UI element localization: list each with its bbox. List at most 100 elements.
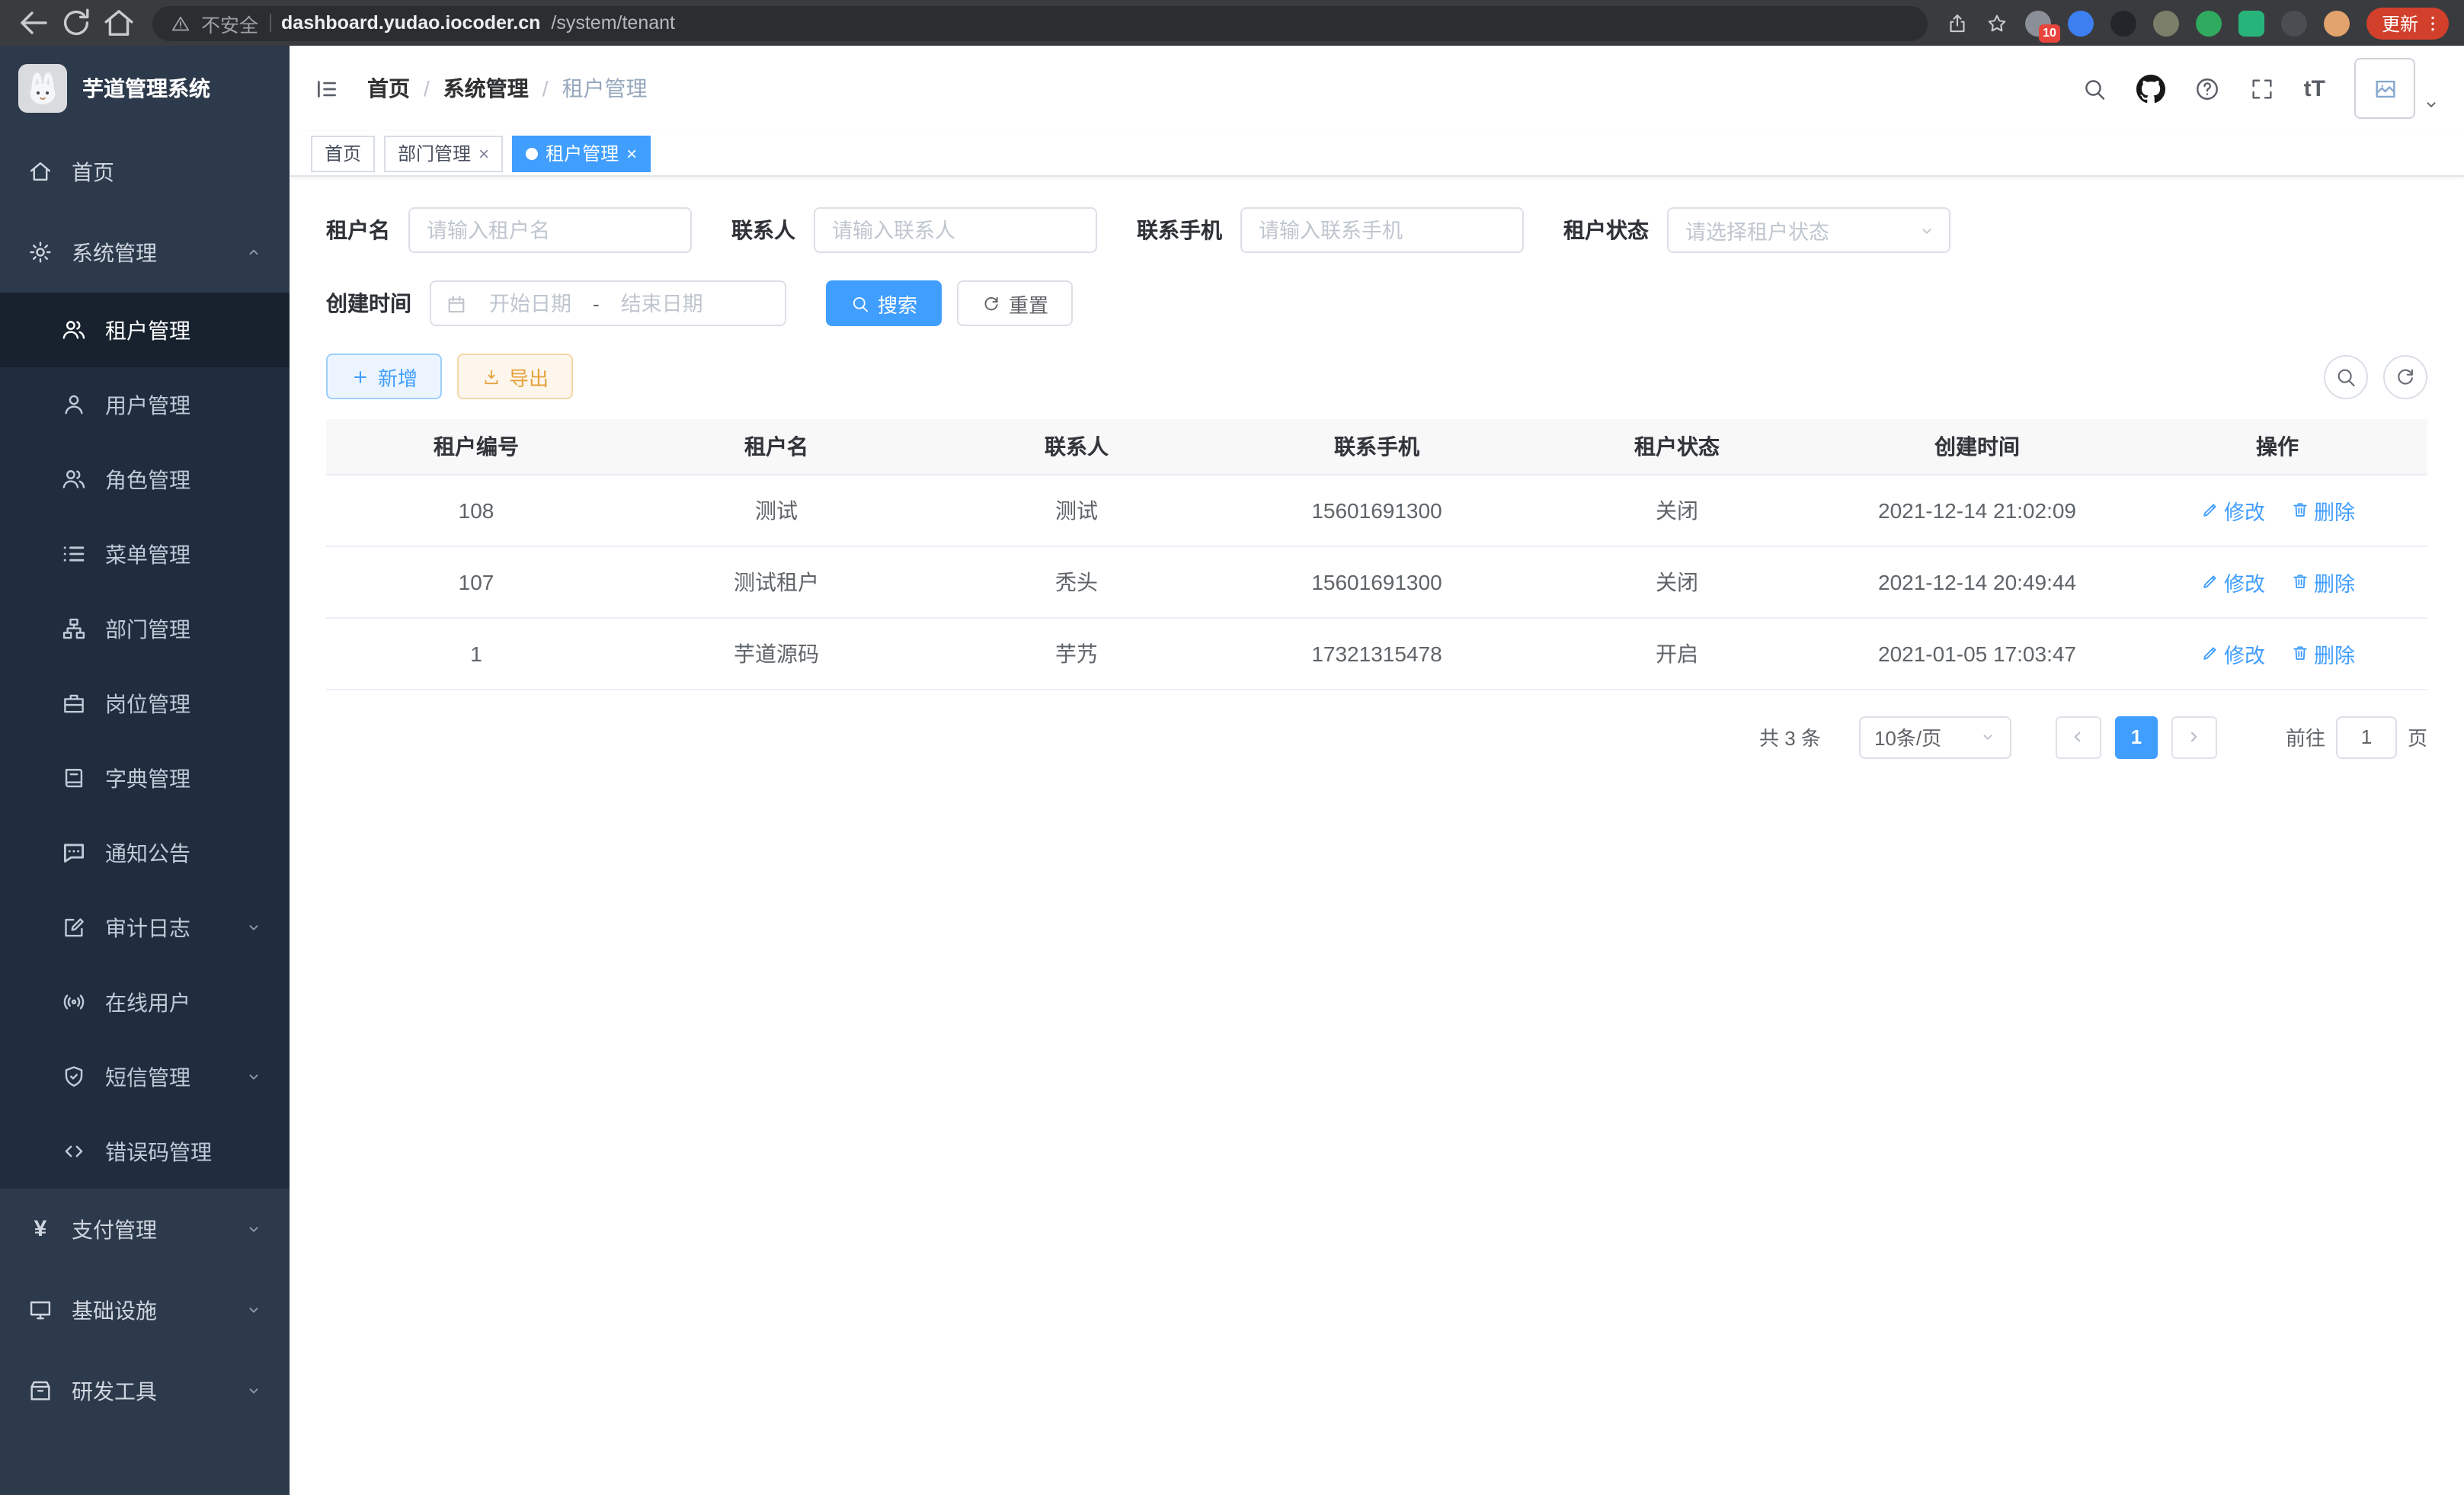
extension-1-icon[interactable]: 10 [2025,10,2051,36]
reset-button[interactable]: 重置 [957,280,1073,326]
sidebar-item-error-code[interactable]: 错误码管理 [0,1114,290,1189]
update-button[interactable]: 更新 [2366,7,2449,39]
toggle-search-button[interactable] [2324,354,2368,399]
add-button[interactable]: 新增 [326,354,442,399]
toolbox-icon [27,1378,53,1404]
sidebar-item-sms[interactable]: 短信管理 [0,1039,290,1114]
extension-5-icon[interactable] [2196,10,2222,36]
extension-4-icon[interactable] [2153,10,2179,36]
search-icon [2334,365,2357,388]
breadcrumb-separator: / [424,76,430,101]
font-size-icon[interactable]: tT [2304,75,2325,101]
delete-row-button[interactable]: 删除 [2290,495,2355,525]
help-icon[interactable] [2194,75,2220,101]
tab-close-icon[interactable]: × [626,144,637,162]
phone-input[interactable] [1240,207,1524,253]
share-icon[interactable] [1946,11,1969,34]
select-placeholder: 请选择租户状态 [1685,215,1829,245]
sidebar-item-infra[interactable]: 基础设施 [0,1269,290,1350]
goto-page-input[interactable] [2336,715,2397,758]
cell-status: 关闭 [1527,474,1827,546]
extension-3-icon[interactable] [2110,10,2136,36]
trash-icon [2290,571,2309,591]
delete-row-button[interactable]: 删除 [2290,638,2355,668]
tab-home[interactable]: 首页 [311,135,375,171]
tab-close-icon[interactable]: × [478,144,489,162]
sidebar-item-user[interactable]: 用户管理 [0,367,290,442]
user-avatar[interactable] [2354,58,2440,119]
chat-icon [61,840,87,866]
tenant-status-select[interactable]: 请选择租户状态 [1667,207,1950,253]
filter-phone: 联系手机 [1137,207,1524,253]
tab-tenant[interactable]: 租户管理× [512,135,651,171]
tab-label: 部门管理 [398,140,471,166]
sidebar-item-label: 审计日志 [105,912,190,943]
prev-page-button[interactable] [2056,715,2101,758]
sidebar-item-label: 错误码管理 [105,1136,212,1167]
contact-input[interactable] [814,207,1097,253]
chevron-right-icon [2184,727,2204,747]
sidebar-item-menu[interactable]: 菜单管理 [0,517,290,591]
start-date-input[interactable] [475,292,585,315]
trash-icon [2290,643,2309,663]
table-header-cell: 租户编号 [326,419,626,474]
sidebar-item-label: 角色管理 [105,464,190,495]
url-path: /system/tenant [551,12,675,34]
github-icon[interactable] [2136,74,2165,103]
extension-6-icon[interactable] [2238,10,2264,36]
extension-icons: 10 [2025,10,2350,36]
table-row: 1芋道源码芋艿17321315478开启2021-01-05 17:03:47修… [326,617,2427,689]
sidebar-item-online-user[interactable]: 在线用户 [0,965,290,1039]
sidebar-item-pay[interactable]: ¥支付管理 [0,1189,290,1269]
refresh-icon [981,293,1001,313]
tab-dept[interactable]: 部门管理 × [384,135,503,171]
header-search-icon[interactable] [2082,75,2107,101]
edit-row-button[interactable]: 修改 [2200,638,2265,668]
extension-2-icon[interactable] [2068,10,2094,36]
next-page-button[interactable] [2171,715,2217,758]
page-size-select[interactable]: 10条/页 [1859,715,2011,758]
sidebar-item-post[interactable]: 岗位管理 [0,666,290,741]
delete-row-button[interactable]: 删除 [2290,566,2355,597]
sidebar-item-dict[interactable]: 字典管理 [0,741,290,815]
sidebar-item-label: 系统管理 [72,237,157,267]
browser-back-icon[interactable] [15,5,52,41]
sidebar-collapse-icon[interactable] [314,75,340,101]
update-button-label: 更新 [2382,10,2418,36]
sidebar-item-tenant[interactable]: 租户管理 [0,293,290,367]
sidebar-item-dept[interactable]: 部门管理 [0,591,290,666]
end-date-input[interactable] [607,292,717,315]
cell-contact: 芋艿 [926,617,1227,689]
breadcrumb-item[interactable]: 首页 [367,73,410,104]
sidebar-item-notice[interactable]: 通知公告 [0,815,290,890]
cell-phone: 15601691300 [1227,546,1527,617]
sidebar-item-system[interactable]: 系统管理 [0,212,290,293]
breadcrumb-item[interactable]: 系统管理 [443,73,529,104]
browser-menu-icon[interactable] [2423,13,2443,33]
profile-avatar-icon[interactable] [2324,10,2350,36]
search-button[interactable]: 搜索 [826,280,942,326]
logo[interactable]: 芋道管理系统 [0,46,290,131]
page-1-button[interactable]: 1 [2115,715,2158,758]
sidebar-item-home[interactable]: 首页 [0,131,290,212]
extension-badge: 10 [2039,24,2060,42]
edit-row-button[interactable]: 修改 [2200,566,2265,597]
sidebar-item-role[interactable]: 角色管理 [0,442,290,517]
sidebar-item-dev-tools[interactable]: 研发工具 [0,1350,290,1431]
extension-7-icon[interactable] [2281,10,2307,36]
edit-row-button[interactable]: 修改 [2200,495,2265,525]
bookmark-star-icon[interactable] [1986,11,2008,34]
sidebar-item-audit-log[interactable]: 审计日志 [0,890,290,965]
address-bar[interactable]: 不安全 dashboard.yudao.iocoder.cn/system/te… [152,5,1928,40]
refresh-table-button[interactable] [2383,354,2427,399]
chevron-down-icon [245,1301,262,1318]
reset-button-label: 重置 [1009,289,1048,318]
export-button[interactable]: 导出 [457,354,573,399]
fullscreen-icon[interactable] [2249,75,2275,101]
browser-home-icon[interactable] [101,5,137,41]
browser-reload-icon[interactable] [58,5,94,41]
security-warning-label: 不安全 [201,8,258,37]
tenant-name-input[interactable] [408,207,692,253]
date-range-picker[interactable]: - [430,280,786,326]
total-count: 共 3 条 [1759,722,1821,751]
